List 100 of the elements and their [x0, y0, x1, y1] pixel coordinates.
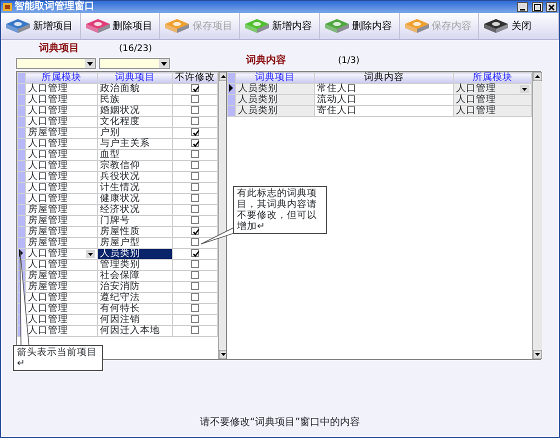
table-cell: 兵役状况	[98, 172, 172, 182]
column-header[interactable]: 不许修改	[172, 72, 218, 84]
column-header[interactable]: 词典内容	[314, 72, 454, 84]
table-cell: 遵纪守法	[98, 292, 172, 304]
table-cell: 人口管理	[26, 116, 98, 128]
scroll-down-icon[interactable]	[533, 350, 542, 359]
table-cell: 经济状况	[98, 204, 172, 216]
scrollbar[interactable]	[532, 72, 542, 359]
checkbox[interactable]	[191, 139, 199, 148]
table-cell: 人口管理	[26, 194, 98, 204]
column-header[interactable]: 所属模块	[454, 72, 532, 84]
table-cell: 人口管理	[26, 160, 98, 172]
column-header[interactable]: 词典项目	[236, 72, 314, 84]
checkbox[interactable]	[191, 315, 199, 324]
table-cell: 人员类别	[236, 106, 314, 116]
table-cell: 健康状况	[98, 194, 172, 204]
table-cell: 治安消防	[98, 282, 172, 292]
table-cell: 人口管理	[26, 150, 98, 160]
table-cell: 宗教信仰	[98, 160, 172, 172]
table-cell: 人口管理	[454, 106, 532, 116]
filter-dropdown[interactable]	[98, 58, 170, 69]
table-cell: 户别	[98, 128, 172, 138]
record-count: (16/23)	[119, 42, 152, 56]
app-icon	[3, 1, 12, 13]
table-cell: 人口管理	[26, 182, 98, 194]
caret-icon	[160, 62, 166, 66]
row-header[interactable]	[228, 84, 236, 94]
cell-text: 人口管理	[456, 84, 496, 94]
callout-note: 箭头表示当前项目↵	[13, 345, 103, 371]
column-header[interactable]: 所属模块	[26, 72, 98, 84]
checkbox[interactable]	[191, 260, 199, 268]
toolbar-button[interactable]: 新增内容	[240, 13, 320, 39]
maximize-button[interactable]	[532, 2, 542, 12]
maximize-icon	[534, 4, 540, 10]
checkbox[interactable]	[191, 271, 199, 280]
checkbox[interactable]	[191, 238, 199, 246]
table-cell: 房屋性质	[98, 226, 172, 238]
filter-dropdown[interactable]	[16, 58, 96, 69]
record-count: (1/3)	[338, 54, 360, 68]
checkbox[interactable]	[191, 161, 199, 170]
checkbox[interactable]	[191, 293, 199, 302]
checkbox[interactable]	[191, 282, 199, 290]
close-icon	[548, 4, 555, 10]
checkbox[interactable]	[191, 326, 199, 334]
checkbox[interactable]	[191, 249, 199, 258]
scroll-up-icon[interactable]	[533, 72, 542, 81]
table-cell: 人口管理	[26, 106, 98, 116]
table-cell: 人员类别	[236, 84, 314, 94]
table-cell: 房屋管理	[26, 216, 98, 226]
table-cell: 管理类别	[98, 260, 172, 270]
checkbox[interactable]	[191, 106, 199, 114]
table-cell: 婚姻状况	[98, 106, 172, 116]
table-cell: 房屋管理	[26, 270, 98, 282]
table-cell: 人口管理	[26, 84, 98, 94]
checkbox[interactable]	[191, 172, 199, 180]
panel-title: 词典内容	[246, 53, 286, 68]
dropdown-icon[interactable]	[86, 250, 95, 258]
checkbox[interactable]	[191, 227, 199, 236]
table-cell: 房屋管理	[26, 238, 98, 248]
cell-text: 人口管理	[28, 249, 68, 259]
checkbox[interactable]	[191, 205, 199, 214]
table-cell: 人口管理	[26, 138, 98, 150]
toolbar-button[interactable]: 删除项目	[80, 13, 160, 39]
table-cell: 有何特长	[98, 304, 172, 314]
close-button[interactable]	[546, 2, 557, 12]
table-cell: 计生情况	[98, 182, 172, 194]
checkbox[interactable]	[191, 304, 199, 312]
table-cell: 何因迁入本地	[98, 326, 172, 336]
checkbox[interactable]	[191, 128, 199, 136]
panel-title: 词典项目	[39, 42, 79, 56]
table-cell: 常住人口	[314, 84, 454, 94]
table-cell: 何因注销	[98, 314, 172, 326]
checkbox[interactable]	[191, 150, 199, 158]
table-cell: 房屋管理	[26, 128, 98, 138]
table-cell: 与户主关系	[98, 138, 172, 150]
checkbox[interactable]	[191, 84, 199, 92]
checkbox[interactable]	[191, 194, 199, 202]
table-cell: 流动人口	[314, 94, 454, 106]
checkbox[interactable]	[191, 183, 199, 192]
toolbar-button[interactable]: 关闭	[479, 13, 560, 39]
dropdown-icon[interactable]	[520, 85, 529, 93]
table-cell: 人员类别	[98, 248, 172, 260]
column-header[interactable]: 词典项目	[98, 72, 172, 84]
minimize-button[interactable]	[517, 2, 528, 12]
table-cell: 人口管理	[26, 172, 98, 182]
status-text: 请不要修改“词典项目”窗口中的内容	[200, 416, 360, 430]
table-cell: 人口管理	[26, 260, 98, 270]
checkbox[interactable]	[191, 95, 199, 104]
table-cell: 血型	[98, 150, 172, 160]
toolbar-button[interactable]: 新增项目	[1, 13, 81, 39]
table-cell: 房屋管理	[26, 204, 98, 216]
table-cell: 寄住人口	[314, 106, 454, 116]
table-cell: 人口管理	[26, 94, 98, 106]
checkbox[interactable]	[191, 117, 199, 126]
table-cell: 人口管理	[26, 292, 98, 304]
table-cell: 人口管理	[454, 94, 532, 106]
table-cell: 人员类别	[236, 94, 314, 106]
toolbar-button[interactable]: 删除内容	[320, 13, 400, 39]
checkbox[interactable]	[191, 216, 199, 224]
window-title: 智能取词管理窗口	[14, 1, 94, 13]
